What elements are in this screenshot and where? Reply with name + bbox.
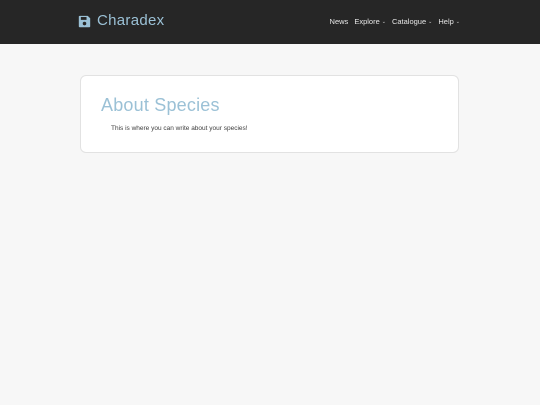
nav-catalogue-dropdown[interactable]: Catalogue ⌄ [392, 16, 432, 28]
nav-news[interactable]: News [330, 16, 349, 28]
chevron-down-icon: ⌄ [381, 19, 386, 25]
about-card: About Species This is where you can writ… [80, 75, 459, 153]
about-text: This is where you can write about your s… [111, 125, 248, 132]
page-title: About Species [101, 95, 220, 115]
floppy-disk-icon [78, 15, 91, 27]
nav-news-label: News [329, 17, 349, 26]
nav-explore-label: Explore [354, 17, 380, 26]
nav-menu: News Explore ⌄ Catalogue ⌄ Help ⌄ [330, 16, 460, 28]
nav-catalogue-label: Catalogue [391, 17, 427, 26]
top-navbar: Charadex News Explore ⌄ Catalogue ⌄ Help… [0, 0, 540, 44]
chevron-down-icon: ⌄ [455, 19, 460, 25]
chevron-down-icon: ⌄ [428, 19, 433, 25]
brand-name: Charadex [97, 12, 165, 29]
nav-explore-dropdown[interactable]: Explore ⌄ [354, 16, 386, 28]
brand-link[interactable]: Charadex [78, 12, 164, 30]
nav-help-label: Help [438, 17, 454, 26]
nav-help-dropdown[interactable]: Help ⌄ [438, 16, 460, 28]
